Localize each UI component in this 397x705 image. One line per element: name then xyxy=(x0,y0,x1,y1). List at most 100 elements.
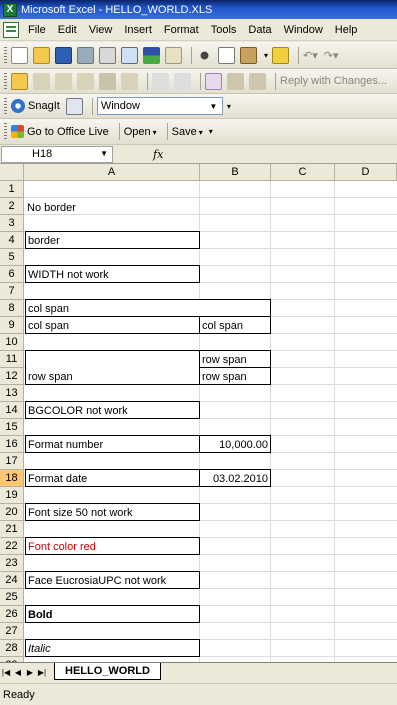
row-header-14[interactable]: 14 xyxy=(0,402,24,419)
cell-a8-merged[interactable]: col span xyxy=(25,299,271,317)
undo-icon[interactable]: ↶▾ xyxy=(303,49,318,62)
paste-icon[interactable] xyxy=(240,46,257,64)
folder-icon[interactable] xyxy=(55,72,72,90)
cell-a9[interactable]: col span xyxy=(25,316,200,334)
menu-data[interactable]: Data xyxy=(242,24,277,36)
first-sheet-icon[interactable]: |◀ xyxy=(0,668,12,677)
accept-icon[interactable] xyxy=(227,72,244,90)
format-painter-icon[interactable] xyxy=(272,46,290,64)
open-menu-button[interactable]: Open ▾ xyxy=(124,126,157,138)
row-header-11[interactable]: 11 xyxy=(0,351,24,368)
row-header-1[interactable]: 1 xyxy=(0,181,24,198)
print-icon[interactable] xyxy=(99,46,116,64)
row-header-23[interactable]: 23 xyxy=(0,555,24,572)
row-header-16[interactable]: 16 xyxy=(0,436,24,453)
cell-a11-merged[interactable]: row span xyxy=(25,350,200,385)
row-header-5[interactable]: 5 xyxy=(0,249,24,266)
row-header-21[interactable]: 21 xyxy=(0,521,24,538)
reject-icon[interactable] xyxy=(249,72,266,90)
column-header-a[interactable]: A xyxy=(24,164,200,181)
reply-with-changes-button[interactable]: Reply with Changes... xyxy=(280,75,387,87)
toolbar-grip[interactable] xyxy=(4,97,7,115)
worksheet-grid[interactable]: A B C D 1 2 3 4 5 6 7 8 9 10 11 12 13 14 15 16 17 18 19 20 2… xyxy=(0,164,397,662)
column-header-b[interactable]: B xyxy=(200,164,271,181)
menu-help[interactable]: Help xyxy=(329,24,364,36)
research-icon[interactable] xyxy=(165,46,182,64)
snagit-settings-icon[interactable] xyxy=(65,97,83,115)
go-to-office-live-button[interactable]: Go to Office Live xyxy=(27,126,109,138)
office-live-icon[interactable] xyxy=(11,125,24,138)
menu-view[interactable]: View xyxy=(83,24,119,36)
delete-comment-icon[interactable] xyxy=(174,72,191,90)
track-changes-icon[interactable] xyxy=(205,72,222,90)
cell-a22[interactable]: Font color red xyxy=(25,537,200,555)
cell-b11[interactable]: row span xyxy=(199,350,271,368)
menu-format[interactable]: Format xyxy=(158,24,205,36)
row-header-2[interactable]: 2 xyxy=(0,198,24,215)
cell-a24[interactable]: Face EucrosiaUPC not work xyxy=(25,571,200,589)
toolbar-options-icon[interactable]: ▾ xyxy=(209,127,213,136)
redo-icon[interactable]: ↷▾ xyxy=(324,49,339,62)
cell-a16[interactable]: Format number xyxy=(25,435,200,453)
formula-input[interactable] xyxy=(169,146,397,163)
menu-file[interactable]: File xyxy=(22,24,52,36)
fx-icon[interactable]: fx xyxy=(153,148,163,161)
cell-a20[interactable]: Font size 50 not work xyxy=(25,503,200,521)
shapes-icon[interactable] xyxy=(99,72,116,90)
cell-a14[interactable]: BGCOLOR not work xyxy=(25,401,200,419)
row-header-8[interactable]: 8 xyxy=(0,300,24,317)
row-header-19[interactable]: 19 xyxy=(0,487,24,504)
prev-sheet-icon[interactable]: ◀ xyxy=(12,668,24,677)
toolbar-grip[interactable] xyxy=(4,72,7,90)
menu-tools[interactable]: Tools xyxy=(205,24,243,36)
row-header-3[interactable]: 3 xyxy=(0,215,24,232)
cell-b18[interactable]: 03.02.2010 xyxy=(199,469,271,487)
save-menu-button[interactable]: Save ▾ xyxy=(172,126,203,138)
cell-a26[interactable]: Bold xyxy=(25,605,200,623)
row-header-7[interactable]: 7 xyxy=(0,283,24,300)
menu-window[interactable]: Window xyxy=(278,24,329,36)
paste-dropdown-icon[interactable]: ▾ xyxy=(264,51,268,60)
copy-icon[interactable] xyxy=(218,46,235,64)
cell-a18[interactable]: Format date xyxy=(25,469,200,487)
workbook-icon[interactable] xyxy=(3,21,19,38)
row-header-27[interactable]: 27 xyxy=(0,623,24,640)
cell-b9[interactable]: col span xyxy=(199,316,271,334)
row-header-28[interactable]: 28 xyxy=(0,640,24,657)
select-all-corner[interactable] xyxy=(0,164,24,181)
cell-a28[interactable]: Italic xyxy=(25,639,200,657)
row-header-26[interactable]: 26 xyxy=(0,606,24,623)
row-header-4[interactable]: 4 xyxy=(0,232,24,249)
row-header-20[interactable]: 20 xyxy=(0,504,24,521)
row-header-18[interactable]: 18 xyxy=(0,470,24,487)
new-icon[interactable] xyxy=(11,46,28,64)
chevron-down-icon[interactable]: ▼ xyxy=(207,99,220,113)
name-box[interactable]: H18 ▼ xyxy=(1,145,113,163)
comment-icon[interactable] xyxy=(152,72,169,90)
cell-b16[interactable]: 10,000.00 xyxy=(199,435,271,453)
permission-icon[interactable] xyxy=(77,46,94,64)
capture-mode-select[interactable]: Window ▼ xyxy=(96,97,223,115)
folder-icon[interactable] xyxy=(77,72,94,90)
row-header-17[interactable]: 17 xyxy=(0,453,24,470)
row-header-25[interactable]: 25 xyxy=(0,589,24,606)
next-sheet-icon[interactable]: ▶ xyxy=(24,668,36,677)
column-header-d[interactable]: D xyxy=(335,164,397,181)
column-header-c[interactable]: C xyxy=(271,164,335,181)
row-header-6[interactable]: 6 xyxy=(0,266,24,283)
folder-icon[interactable] xyxy=(33,72,50,90)
snagit-button[interactable]: SnagIt xyxy=(28,100,60,112)
save-icon[interactable] xyxy=(55,46,72,64)
toolbar-grip[interactable] xyxy=(4,46,7,64)
last-sheet-icon[interactable]: ▶| xyxy=(36,668,48,677)
cell-a6[interactable]: WIDTH not work xyxy=(25,265,200,283)
open-folder-icon[interactable] xyxy=(11,72,28,90)
chevron-down-icon[interactable]: ▼ xyxy=(100,149,108,158)
row-header-15[interactable]: 15 xyxy=(0,419,24,436)
sheet-tab-hello-world[interactable]: HELLO_WORLD xyxy=(54,663,161,680)
row-header-10[interactable]: 10 xyxy=(0,334,24,351)
toolbar-options-icon[interactable]: ▾ xyxy=(227,102,231,111)
clipboard-icon[interactable] xyxy=(121,72,138,90)
menu-insert[interactable]: Insert xyxy=(118,24,158,36)
open-icon[interactable] xyxy=(33,46,50,64)
